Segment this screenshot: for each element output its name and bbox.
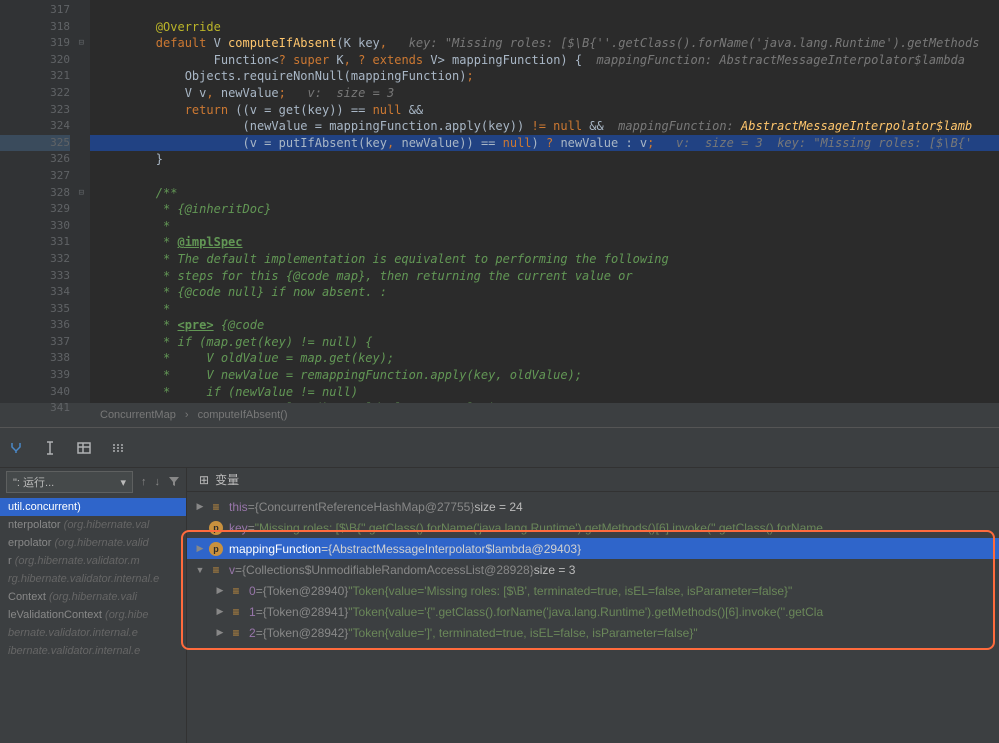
variable-row[interactable]: ▶≡this = {ConcurrentReferenceHashMap@277… xyxy=(187,496,999,517)
frames-panel: ": 运行... ▾ ↑ ↓ util.concurrent) nterpola… xyxy=(0,468,187,743)
variable-row[interactable]: ▶pmappingFunction = {AbstractMessageInte… xyxy=(187,538,999,559)
settings-icon[interactable] xyxy=(110,440,126,456)
line-gutter: 317318319⊟320321322323324325326327328⊟32… xyxy=(0,0,90,403)
breadcrumb-method[interactable]: computeIfAbsent() xyxy=(198,409,288,421)
frame-item[interactable]: rg.hibernate.validator.internal.e xyxy=(0,570,186,588)
frames-list[interactable]: util.concurrent) nterpolator (org.hibern… xyxy=(0,496,186,660)
variables-panel: ⊞ 变量 ▶≡this = {ConcurrentReferenceHashMa… xyxy=(187,468,999,743)
frame-item[interactable]: ibernate.validator.internal.e xyxy=(0,642,186,660)
thread-dropdown[interactable]: ": 运行... ▾ xyxy=(6,471,133,493)
variable-row[interactable]: ▼≡v = {Collections$UnmodifiableRandomAcc… xyxy=(187,559,999,580)
variable-row[interactable]: pkey = "Missing roles: [$\B{''.getClass(… xyxy=(187,517,999,538)
vars-list[interactable]: ▶≡this = {ConcurrentReferenceHashMap@277… xyxy=(187,492,999,647)
frames-header: ": 运行... ▾ ↑ ↓ xyxy=(0,468,186,496)
breadcrumb-sep: › xyxy=(185,409,189,421)
breadcrumb[interactable]: ConcurrentMap › computeIfAbsent() xyxy=(0,403,999,427)
frame-item[interactable]: bernate.validator.internal.e xyxy=(0,624,186,642)
chevron-down-icon: ▾ xyxy=(120,476,126,489)
debug-panel: ": 运行... ▾ ↑ ↓ util.concurrent) nterpola… xyxy=(0,427,999,743)
cursor-icon[interactable] xyxy=(42,440,58,456)
next-frame-icon[interactable]: ↓ xyxy=(155,476,161,488)
prev-frame-icon[interactable]: ↑ xyxy=(141,476,147,488)
frame-item[interactable]: util.concurrent) xyxy=(0,498,186,516)
vars-header-label: 变量 xyxy=(215,471,239,488)
frame-item[interactable]: erpolator (org.hibernate.valid xyxy=(0,534,186,552)
variable-row[interactable]: ▶≡1 = {Token@28941} "Token{value='{''.ge… xyxy=(187,601,999,622)
frame-item[interactable]: leValidationContext (org.hibe xyxy=(0,606,186,624)
variable-row[interactable]: ▶≡2 = {Token@28942} "Token{value=']', te… xyxy=(187,622,999,643)
vars-header-icon: ⊞ xyxy=(199,473,209,487)
vars-header: ⊞ 变量 xyxy=(187,468,999,492)
debug-content: ": 运行... ▾ ↑ ↓ util.concurrent) nterpola… xyxy=(0,468,999,743)
debug-toolbar xyxy=(0,428,999,468)
filter-icon[interactable] xyxy=(168,475,180,490)
step-into-icon[interactable] xyxy=(8,440,24,456)
frame-item[interactable]: r (org.hibernate.validator.m xyxy=(0,552,186,570)
breadcrumb-class[interactable]: ConcurrentMap xyxy=(100,409,176,421)
code-editor[interactable]: 317318319⊟320321322323324325326327328⊟32… xyxy=(0,0,999,403)
frame-item[interactable]: Context (org.hibernate.vali xyxy=(0,588,186,606)
table-icon[interactable] xyxy=(76,440,92,456)
variable-row[interactable]: ▶≡0 = {Token@28940} "Token{value='Missin… xyxy=(187,580,999,601)
frame-item[interactable]: nterpolator (org.hibernate.val xyxy=(0,516,186,534)
thread-label: ": 运行... xyxy=(13,474,54,490)
code-content[interactable]: @Override default V computeIfAbsent(K ke… xyxy=(90,0,999,403)
